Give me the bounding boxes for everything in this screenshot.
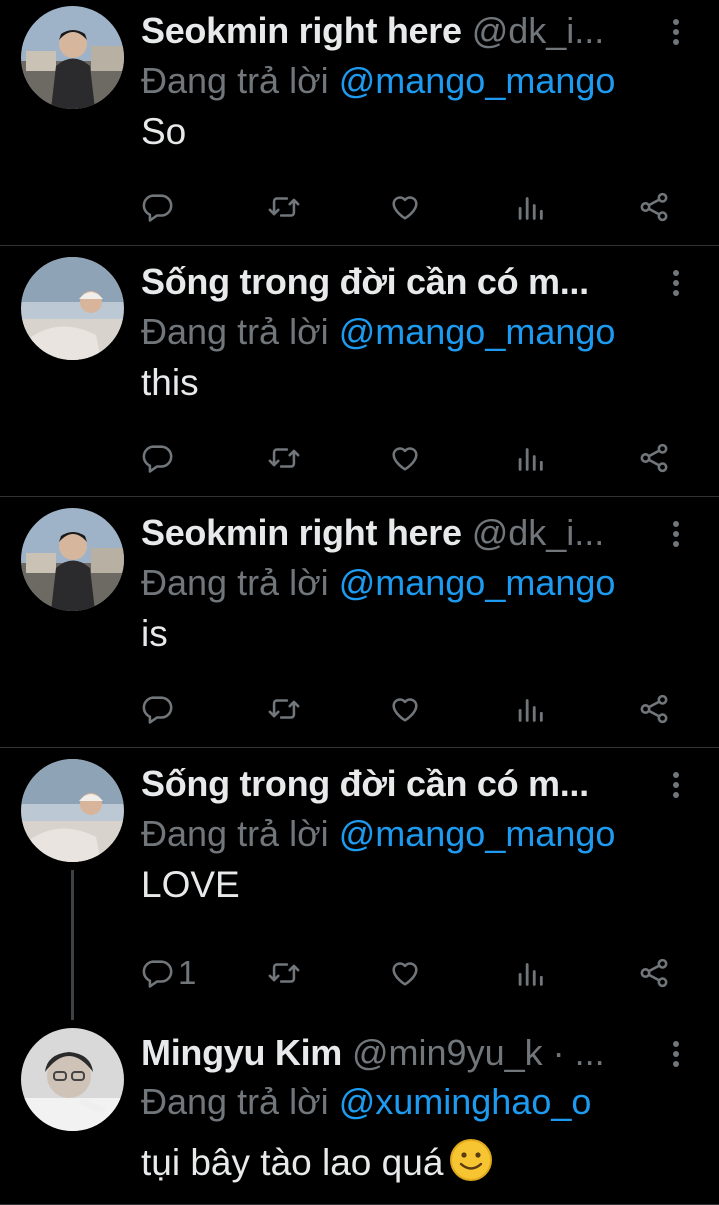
- tweet[interactable]: Sống trong đời cần có m... Đang trả lời …: [0, 246, 719, 497]
- reply-count: 1: [178, 954, 197, 991]
- tweet-text: is: [141, 613, 168, 654]
- more-icon[interactable]: [664, 1039, 688, 1069]
- views-button[interactable]: [513, 948, 547, 998]
- avatar[interactable]: [21, 759, 124, 862]
- like-icon: [392, 196, 418, 220]
- tweet-text: this: [141, 362, 199, 403]
- like-button[interactable]: [388, 182, 422, 232]
- tweet-text: tụi bây tào lao quá: [141, 1138, 701, 1187]
- more-icon[interactable]: [664, 770, 688, 800]
- reply-button[interactable]: [140, 182, 178, 232]
- views-icon: [518, 699, 543, 722]
- display-name[interactable]: Seokmin right here: [141, 10, 462, 51]
- retweet-icon: [268, 963, 300, 983]
- like-button[interactable]: [388, 684, 422, 734]
- avatar[interactable]: [21, 6, 124, 109]
- retweet-icon: [268, 448, 300, 468]
- tweet-text: LOVE: [141, 864, 240, 905]
- user-handle[interactable]: @min9yu_k · ...: [352, 1032, 605, 1073]
- share-icon: [640, 694, 668, 724]
- share-button[interactable]: [637, 948, 671, 998]
- views-button[interactable]: [513, 433, 547, 483]
- views-button[interactable]: [513, 182, 547, 232]
- reply-button[interactable]: 1: [140, 948, 196, 998]
- share-icon: [640, 443, 668, 473]
- user-handle[interactable]: @dk_i...: [472, 10, 605, 51]
- tweet[interactable]: Seokmin right here @dk_i... Đang trả lời …: [0, 497, 719, 748]
- display-name[interactable]: Seokmin right here: [141, 512, 462, 553]
- share-button[interactable]: [637, 433, 671, 483]
- share-button[interactable]: [637, 182, 671, 232]
- tweet[interactable]: Mingyu Kim @min9yu_k · ... Đang trả lời @…: [0, 1014, 719, 1205]
- avatar[interactable]: [21, 508, 124, 611]
- action-bar: [140, 433, 680, 483]
- retweet-button[interactable]: [267, 182, 301, 232]
- replying-to: Đang trả lời @xuminghao_o: [141, 1078, 701, 1126]
- share-button[interactable]: [637, 684, 671, 734]
- retweet-icon: [268, 699, 300, 719]
- mention-link[interactable]: @mango_mango: [339, 60, 616, 101]
- smile-emoji-icon: [449, 1138, 493, 1182]
- action-bar: [140, 684, 680, 734]
- replying-to: Đang trả lời @mango_mango: [141, 810, 701, 858]
- like-icon: [392, 962, 418, 986]
- replying-to-label: Đang trả lời: [141, 311, 329, 352]
- like-icon: [392, 698, 418, 722]
- retweet-icon: [268, 197, 300, 217]
- reply-icon: [142, 696, 173, 724]
- tweet-header: Sống trong đời cần có m...: [141, 762, 661, 806]
- like-button[interactable]: [388, 433, 422, 483]
- like-button[interactable]: [388, 948, 422, 998]
- more-icon[interactable]: [664, 519, 688, 549]
- mention-link[interactable]: @mango_mango: [339, 813, 616, 854]
- reply-icon: [142, 445, 173, 473]
- views-button[interactable]: [513, 684, 547, 734]
- reply-icon: [142, 960, 173, 988]
- display-name[interactable]: Mingyu Kim: [141, 1032, 342, 1073]
- retweet-button[interactable]: [267, 684, 301, 734]
- tweet-header: Sống trong đời cần có m...: [141, 260, 661, 304]
- avatar[interactable]: [21, 257, 124, 360]
- tweet[interactable]: Seokmin right here @dk_i... Đang trả lời …: [0, 0, 719, 246]
- more-icon[interactable]: [664, 17, 688, 47]
- replying-to-label: Đang trả lời: [141, 1081, 329, 1122]
- avatar[interactable]: [21, 1028, 124, 1131]
- action-bar: 1: [140, 948, 680, 998]
- reply-button[interactable]: [140, 684, 178, 734]
- replying-to-label: Đang trả lời: [141, 562, 329, 603]
- retweet-button[interactable]: [267, 433, 301, 483]
- tweet-header: Mingyu Kim @min9yu_k · ...: [141, 1031, 661, 1075]
- tweet-text: So: [141, 111, 187, 152]
- more-icon[interactable]: [664, 268, 688, 298]
- display-name[interactable]: Sống trong đời cần có m...: [141, 763, 589, 804]
- mention-link[interactable]: @xuminghao_o: [339, 1081, 592, 1122]
- thread-connector: [71, 870, 74, 1020]
- action-bar: [140, 182, 680, 232]
- replying-to-label: Đang trả lời: [141, 60, 329, 101]
- like-icon: [392, 447, 418, 471]
- replying-to: Đang trả lời @mango_mango: [141, 308, 701, 356]
- tweet-header: Seokmin right here @dk_i...: [141, 9, 661, 53]
- views-icon: [518, 448, 543, 471]
- mention-link[interactable]: @mango_mango: [339, 562, 616, 603]
- reply-icon: [142, 194, 173, 222]
- display-name[interactable]: Sống trong đời cần có m...: [141, 261, 589, 302]
- share-icon: [640, 958, 668, 988]
- views-icon: [518, 963, 543, 986]
- views-icon: [518, 197, 543, 220]
- user-handle[interactable]: @dk_i...: [472, 512, 605, 553]
- mention-link[interactable]: @mango_mango: [339, 311, 616, 352]
- tweet-text-content: tụi bây tào lao quá: [141, 1142, 444, 1183]
- share-icon: [640, 192, 668, 222]
- replying-to: Đang trả lời @mango_mango: [141, 57, 701, 105]
- replying-to-label: Đang trả lời: [141, 813, 329, 854]
- replying-to: Đang trả lời @mango_mango: [141, 559, 701, 607]
- retweet-button[interactable]: [267, 948, 301, 998]
- reply-button[interactable]: [140, 433, 178, 483]
- tweet[interactable]: Sống trong đời cần có m... Đang trả lời …: [0, 748, 719, 1016]
- tweet-header: Seokmin right here @dk_i...: [141, 511, 661, 555]
